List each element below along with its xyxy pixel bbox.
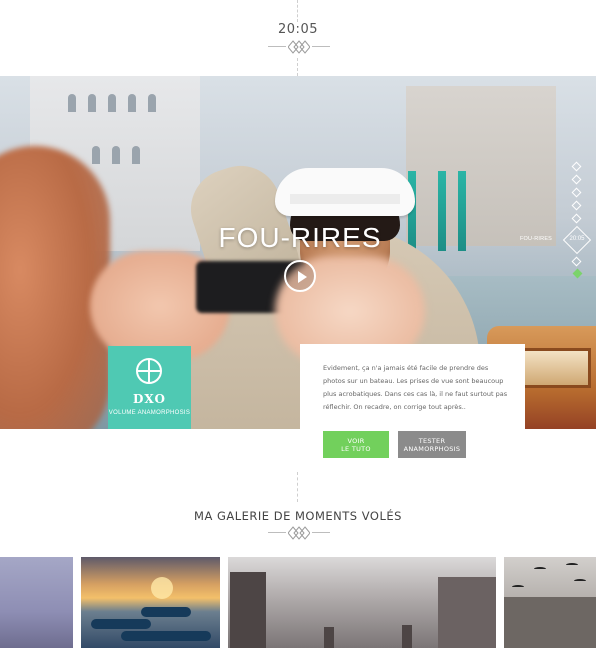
nav-active-time: 20:05 — [569, 236, 585, 242]
nav-diamond-icon[interactable] — [571, 200, 582, 211]
nav-diamond-icon[interactable] — [571, 161, 582, 172]
vertical-guide-top — [297, 0, 298, 22]
top-divider — [268, 40, 330, 54]
try-anamorphosis-button[interactable]: TESTER ANAMORPHOSIS — [398, 431, 466, 458]
nav-diamond-icon[interactable] — [571, 187, 582, 198]
gallery-thumbnail[interactable] — [504, 557, 596, 648]
brand-badge[interactable]: DXO VOLUME ANAMORPHOSIS — [108, 346, 191, 429]
diamond-divider-icon — [288, 40, 310, 54]
hero-banner: FOU-RIRES FOU-RIRES 20:05 DXO VOLUME ANA… — [0, 76, 596, 429]
gallery-thumbnail[interactable] — [0, 557, 73, 648]
time-label: 20:05 — [278, 22, 318, 37]
description-card: Evidement, ça n'a jamais été facile de p… — [300, 344, 525, 429]
nav-diamond-icon[interactable] — [571, 174, 582, 185]
vertical-guide-top-2 — [297, 58, 298, 76]
vertical-guide-bottom — [297, 472, 298, 502]
nav-active-label: FOU-RIRES — [520, 236, 553, 242]
tutorial-button[interactable]: VOIR LE TUTO — [323, 431, 389, 458]
gallery-title: MA GALERIE DE MOMENTS VOLÉS — [194, 509, 402, 523]
hero-person-hat — [275, 168, 415, 216]
gallery-thumbnail[interactable] — [81, 557, 220, 648]
nav-diamond-icon[interactable] — [571, 256, 582, 267]
play-icon[interactable] — [284, 260, 316, 292]
hero-title: FOU-RIRES — [218, 222, 382, 253]
brand-subtitle: VOLUME ANAMORPHOSIS — [108, 410, 191, 416]
description-text: Evidement, ça n'a jamais été facile de p… — [323, 364, 508, 411]
diamond-divider-icon — [288, 526, 310, 540]
gallery-thumbnail[interactable] — [228, 557, 496, 648]
brand-name: DXO — [133, 392, 166, 406]
gallery-divider — [268, 526, 330, 540]
dxo-logo-icon — [136, 358, 162, 384]
hero-person-hat-band — [290, 194, 400, 204]
